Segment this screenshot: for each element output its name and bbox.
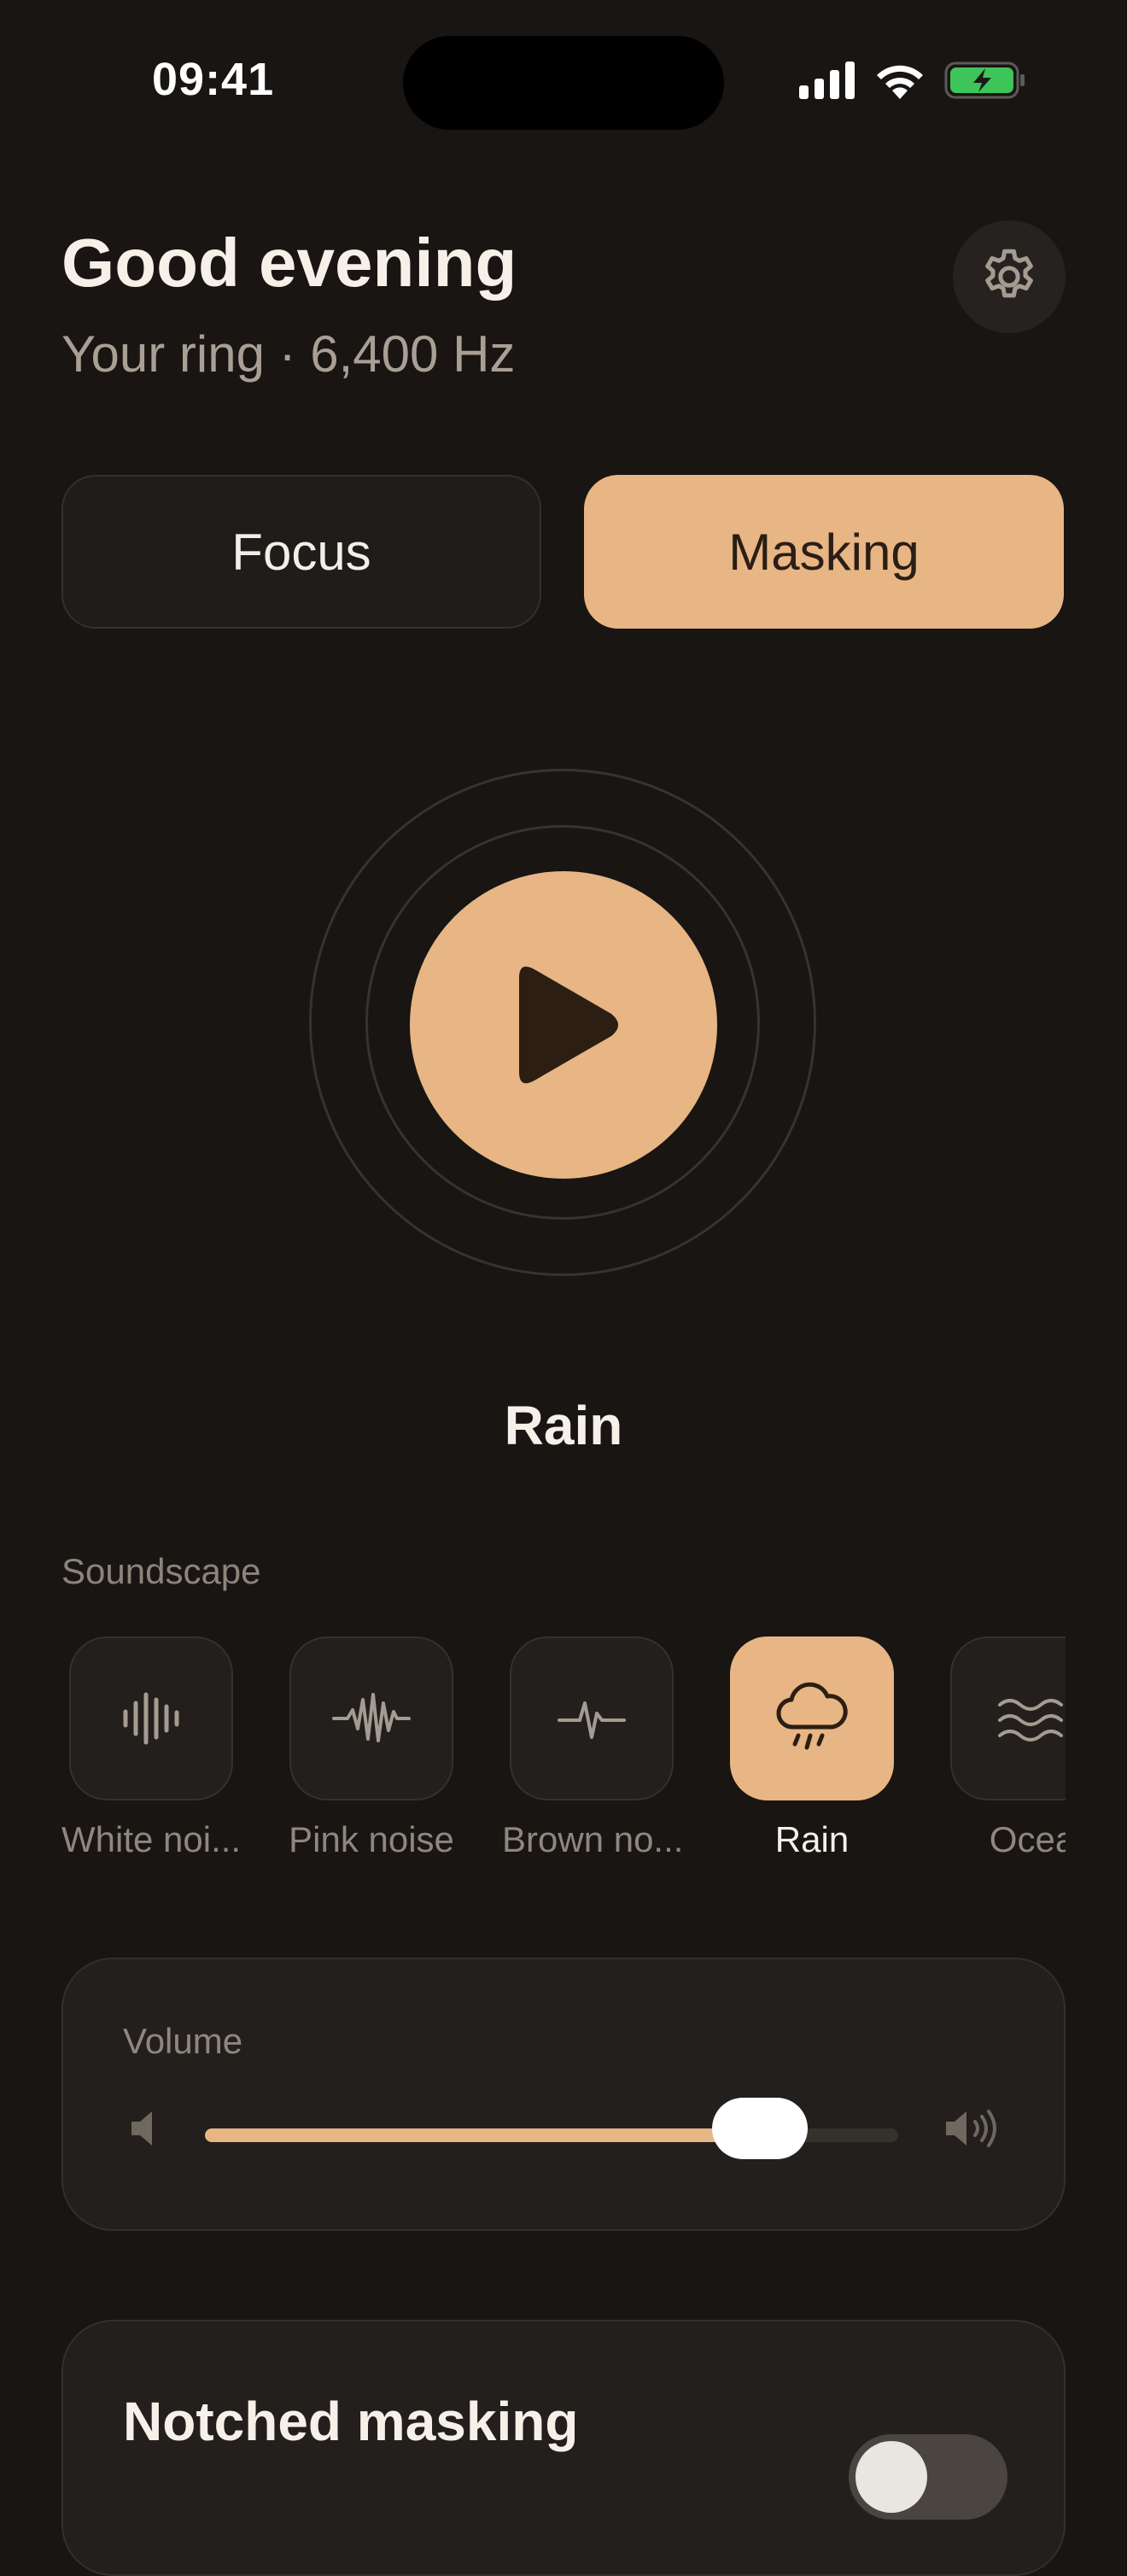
dynamic-island [403, 36, 724, 130]
ring-frequency-subtitle: Your ring · 6,400 Hz [61, 325, 516, 383]
tab-masking[interactable]: Masking [584, 475, 1064, 629]
soundscape-item-pink-noise[interactable]: Pink noise [282, 1636, 461, 1860]
battery-charging-icon [944, 61, 1025, 99]
soundscape-tile[interactable] [69, 1636, 233, 1800]
volume-label: Volume [123, 2021, 243, 2061]
soundscape-carousel[interactable]: White noi... Pink noise Brown no... Rain [61, 1636, 1066, 1867]
soundscape-item-label: White noi... [61, 1819, 242, 1859]
brown-noise-pulse-icon [558, 1701, 626, 1739]
soundscape-item-ocean[interactable]: Ocea [943, 1636, 1066, 1860]
rain-cloud-icon [776, 1682, 848, 1750]
play-icon [519, 966, 618, 1084]
soundscape-item-brown-noise[interactable]: Brown no... [502, 1636, 684, 1860]
tab-focus-label: Focus [231, 523, 371, 581]
soundscape-section-label: Soundscape [61, 1551, 261, 1591]
soundscape-item-label: Pink noise [289, 1819, 454, 1859]
notched-masking-toggle[interactable] [849, 2434, 1007, 2520]
volume-slider-fill [205, 2128, 760, 2142]
pink-noise-waveform-icon [332, 1693, 411, 1742]
play-button[interactable] [410, 871, 717, 1179]
soundscape-tile[interactable] [730, 1636, 894, 1800]
soundscape-tile[interactable] [950, 1636, 1066, 1800]
ocean-waves-icon [998, 1699, 1063, 1742]
soundscape-item-label: Ocea [989, 1819, 1066, 1859]
speaker-low-icon [131, 2111, 152, 2146]
cellular-signal-icon [799, 61, 855, 99]
speaker-high-icon [946, 2110, 996, 2147]
status-icons [799, 60, 1026, 101]
soundscape-tile[interactable] [289, 1636, 453, 1800]
soundscape-item-label: Brown no... [502, 1819, 684, 1859]
white-noise-waveform-icon [123, 1692, 179, 1745]
greeting-title: Good evening [61, 225, 517, 301]
soundscape-item-label: Rain [774, 1819, 850, 1859]
mode-tabs: Focus Masking [61, 475, 1066, 630]
settings-button[interactable] [953, 220, 1066, 333]
soundscape-tile[interactable] [510, 1636, 674, 1800]
gear-icon [985, 249, 1033, 298]
volume-slider[interactable] [205, 2098, 898, 2159]
soundscape-item-rain[interactable]: Rain [722, 1636, 902, 1860]
toggle-knob [855, 2441, 927, 2513]
wifi-icon [877, 65, 923, 99]
volume-card: Volume [61, 1958, 1066, 2231]
soundscape-item-white-noise[interactable]: White noi... [61, 1636, 241, 1860]
now-playing-title: Rain [504, 1395, 623, 1456]
volume-slider-thumb[interactable] [711, 2098, 808, 2159]
status-bar: 09:41 [0, 0, 1127, 162]
notched-masking-card: Notched masking [61, 2320, 1066, 2576]
tab-focus[interactable]: Focus [61, 475, 541, 629]
status-time: 09:41 [152, 54, 275, 105]
tab-masking-label: Masking [728, 523, 920, 581]
notched-masking-title: Notched masking [123, 2391, 579, 2452]
